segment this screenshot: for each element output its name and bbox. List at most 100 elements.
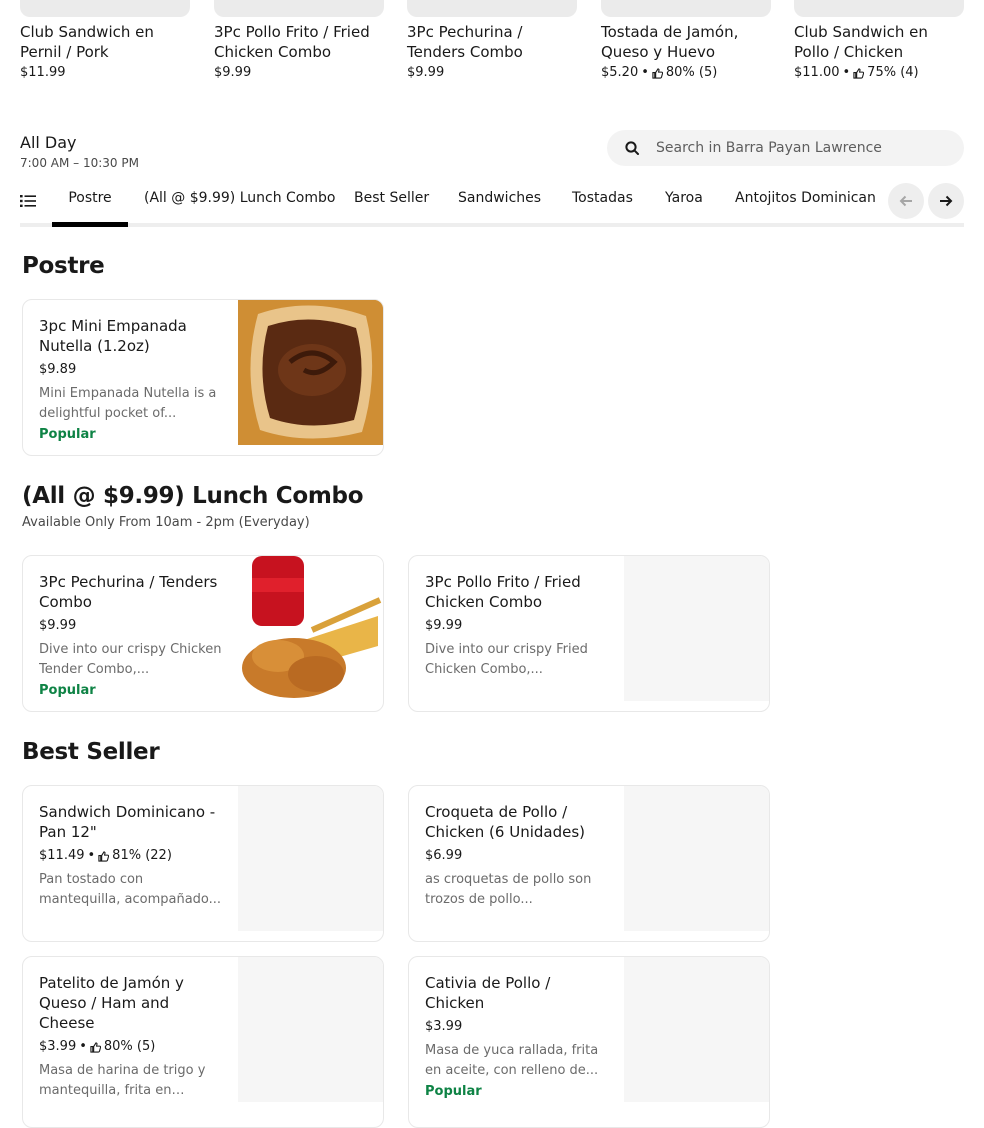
tab-postre[interactable]: Postre: [52, 184, 128, 224]
tab-lunch-combo[interactable]: (All @ $9.99) Lunch Combo: [144, 184, 335, 224]
item-price-row: $11.49 • 81% (22): [39, 847, 225, 865]
active-tab-indicator: [52, 222, 128, 227]
menu-item-card[interactable]: Cativia de Pollo / Chicken $3.99 Masa de…: [408, 956, 770, 1128]
menu-item-card[interactable]: Patelito de Jamón y Queso / Ham and Chee…: [22, 956, 384, 1128]
tab-best-seller[interactable]: Best Seller: [354, 184, 429, 224]
item-image: [601, 0, 771, 17]
item-photo-placeholder: [238, 786, 383, 931]
item-photo-placeholder: [624, 957, 769, 1102]
item-image: [794, 0, 964, 17]
item-photo-empanada: [238, 300, 383, 445]
item-price: $9.99: [214, 65, 252, 80]
item-name: 3Pc Pechurina / Tenders Combo: [407, 23, 523, 61]
item-photo-placeholder: [624, 786, 769, 931]
item-description: as croquetas de pollo son trozos de poll…: [425, 872, 592, 907]
menu-title: All Day: [20, 133, 77, 152]
separator: •: [842, 65, 851, 80]
item-description: Masa de harina de trigo y mantequilla, f…: [39, 1063, 206, 1098]
scroll-left-button[interactable]: [888, 183, 924, 219]
popular-badge: Popular: [425, 1084, 482, 1099]
item-meta: $5.20 • 80% (5): [601, 65, 771, 81]
section-title-best-seller: Best Seller: [22, 739, 160, 765]
item-name: Croqueta de Pollo / Chicken (6 Unidades): [425, 803, 585, 841]
menu-item-card[interactable]: Croqueta de Pollo / Chicken (6 Unidades)…: [408, 785, 770, 942]
item-price: $9.99: [39, 618, 77, 633]
carousel-item[interactable]: Club Sandwich en Pollo / Chicken $11.00 …: [794, 0, 964, 81]
carousel-item[interactable]: 3Pc Pechurina / Tenders Combo $9.99: [407, 0, 577, 81]
item-price: $11.99: [20, 65, 66, 80]
menu-item-card[interactable]: 3Pc Pollo Frito / Fried Chicken Combo $9…: [408, 555, 770, 712]
scroll-right-button[interactable]: [928, 183, 964, 219]
tab-sandwiches[interactable]: Sandwiches: [458, 184, 541, 224]
item-price: $11.49: [39, 848, 85, 863]
item-name: 3Pc Pollo Frito / Fried Chicken Combo: [425, 573, 581, 611]
thumbs-up-icon: [652, 67, 663, 79]
item-text: 3Pc Pollo Frito / Fried Chicken Combo $9…: [425, 572, 611, 680]
item-meta: $9.99: [214, 65, 384, 81]
section-title-postre: Postre: [22, 253, 105, 279]
item-name: Tostada de Jamón, Queso y Huevo: [601, 23, 739, 61]
arrow-right-icon: [940, 195, 953, 207]
item-text: Sandwich Dominicano - Pan 12" $11.49 • 8…: [39, 802, 225, 910]
menu-item-card[interactable]: Sandwich Dominicano - Pan 12" $11.49 • 8…: [22, 785, 384, 942]
item-rating: 75% (4): [867, 65, 919, 80]
popular-badge: Popular: [39, 683, 96, 698]
item-name: 3pc Mini Empanada Nutella (1.2oz): [39, 317, 187, 355]
menu-list-icon[interactable]: [20, 193, 36, 209]
carousel-item[interactable]: Club Sandwich en Pernil / Pork $11.99: [20, 0, 190, 81]
item-price: $9.89: [39, 362, 77, 377]
item-name: Club Sandwich en Pollo / Chicken: [794, 23, 928, 61]
item-description: Dive into our crispy Fried Chicken Combo…: [425, 642, 588, 677]
item-price: $9.99: [407, 65, 445, 80]
tab-antojitos[interactable]: Antojitos Dominican: [735, 184, 876, 224]
item-rating: 81% (22): [112, 848, 172, 863]
item-price: $11.00: [794, 65, 840, 80]
item-name: Patelito de Jamón y Queso / Ham and Chee…: [39, 974, 184, 1032]
item-image: [20, 0, 190, 17]
arrow-left-icon: [899, 195, 912, 207]
item-text: Patelito de Jamón y Queso / Ham and Chee…: [39, 973, 225, 1101]
carousel-item[interactable]: 3Pc Pollo Frito / Fried Chicken Combo $9…: [214, 0, 384, 81]
thumbs-up-icon: [853, 67, 865, 79]
section-subtitle-lunch: Available Only From 10am - 2pm (Everyday…: [22, 515, 310, 530]
item-image: [214, 0, 384, 17]
tab-yaroa[interactable]: Yaroa: [665, 184, 703, 224]
item-price: $3.99: [425, 1019, 463, 1034]
search-input[interactable]: [654, 139, 948, 157]
item-text: Croqueta de Pollo / Chicken (6 Unidades)…: [425, 802, 611, 910]
separator: •: [641, 65, 649, 80]
item-name: Cativia de Pollo / Chicken: [425, 974, 551, 1012]
item-rating: 80% (5): [103, 1039, 156, 1054]
category-tabs: Postre (All @ $9.99) Lunch Combo Best Se…: [52, 184, 886, 227]
carousel-item[interactable]: Tostada de Jamón, Queso y Huevo $5.20 • …: [601, 0, 771, 81]
item-price: $5.20: [601, 65, 639, 80]
item-price-row: $3.99 • 80% (5): [39, 1038, 225, 1056]
tab-tostadas[interactable]: Tostadas: [572, 184, 633, 224]
item-description: Pan tostado con mantequilla, acompañado.…: [39, 872, 222, 907]
separator: •: [79, 1039, 87, 1054]
item-price: $6.99: [425, 848, 463, 863]
item-text: Cativia de Pollo / Chicken $3.99 Masa de…: [425, 973, 611, 1102]
separator: •: [87, 848, 96, 863]
item-description: Masa de yuca rallada, frita en aceite, c…: [425, 1043, 599, 1078]
menu-item-card[interactable]: 3Pc Pechurina / Tenders Combo $9.99 Dive…: [22, 555, 384, 712]
item-text: 3Pc Pechurina / Tenders Combo $9.99 Dive…: [39, 572, 225, 701]
item-name: Club Sandwich en Pernil / Pork: [20, 23, 154, 61]
item-photo-tenders: [238, 556, 383, 701]
item-price: $3.99: [39, 1039, 77, 1054]
item-text: 3pc Mini Empanada Nutella (1.2oz) $9.89 …: [39, 316, 225, 445]
item-photo-placeholder: [238, 957, 383, 1102]
item-name: Sandwich Dominicano - Pan 12": [39, 803, 216, 841]
thumbs-up-icon: [90, 1041, 101, 1053]
menu-item-card[interactable]: 3pc Mini Empanada Nutella (1.2oz) $9.89 …: [22, 299, 384, 456]
item-description: Mini Empanada Nutella is a delightful po…: [39, 386, 217, 421]
popular-badge: Popular: [39, 427, 96, 442]
search-icon: [625, 141, 639, 155]
store-search[interactable]: [607, 130, 964, 166]
item-name: 3Pc Pollo Frito / Fried Chicken Combo: [214, 23, 370, 61]
section-title-lunch: (All @ $9.99) Lunch Combo: [22, 483, 364, 509]
item-image: [407, 0, 577, 17]
item-name: 3Pc Pechurina / Tenders Combo: [39, 573, 218, 611]
tabs-track: [20, 223, 964, 227]
menu-hours: 7:00 AM – 10:30 PM: [20, 156, 139, 170]
